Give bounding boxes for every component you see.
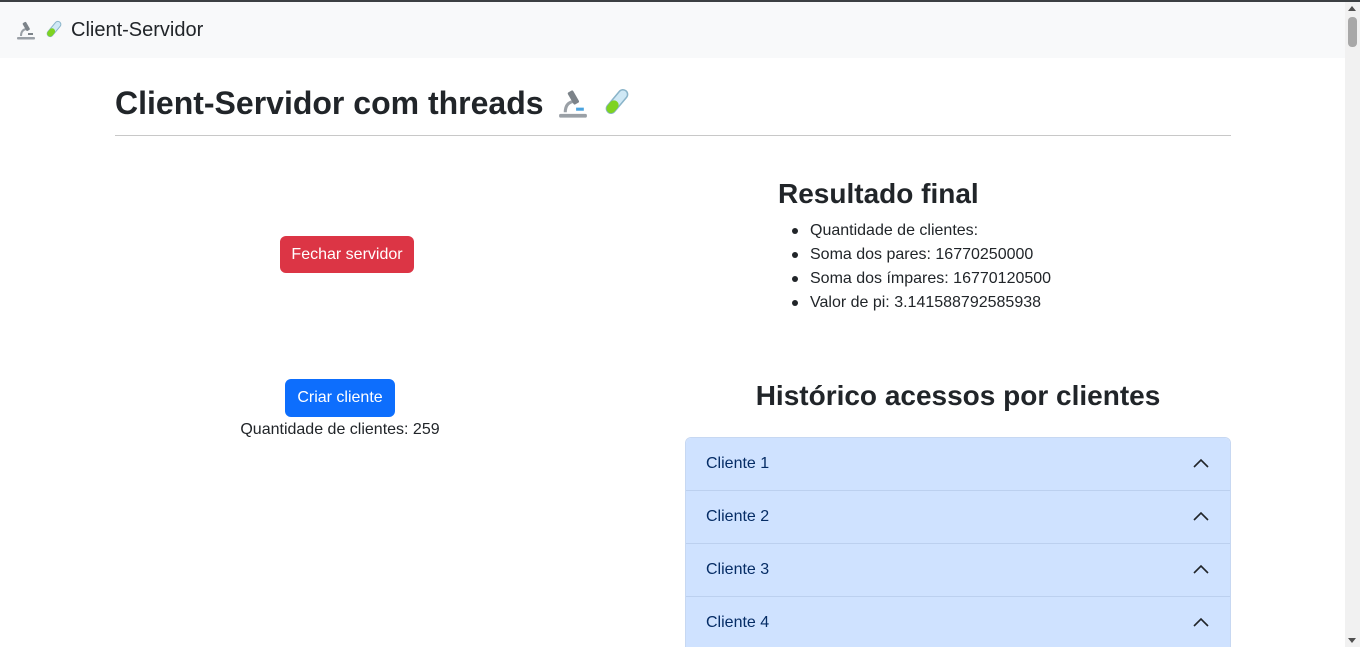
chevron-up-icon [1193, 564, 1209, 574]
navbar: Client-Servidor [0, 2, 1345, 58]
scrollbar-thumb[interactable] [1348, 17, 1357, 47]
main-container: Client-Servidor com threads [115, 58, 1231, 148]
close-server-button[interactable]: Fechar servidor [280, 236, 414, 273]
chevron-up-icon [1193, 617, 1209, 627]
scroll-up-arrow-icon[interactable] [1348, 6, 1356, 11]
page-title: Client-Servidor com threads [115, 84, 544, 121]
accordion-item-cliente-3[interactable]: Cliente 3 [686, 544, 1230, 597]
microscope-icon [558, 90, 587, 118]
result-item-pi-value: Valor de pi: 3.141588792585938 [791, 293, 1051, 317]
result-item-client-count: Quantidade de clientes: [791, 221, 1051, 245]
microscope-icon [15, 19, 37, 41]
test-tube-icon [605, 88, 628, 114]
scroll-down-arrow-icon[interactable] [1348, 638, 1356, 643]
result-item-odd-sum: Soma dos ímpares: 16770120500 [791, 269, 1051, 293]
accordion-item-label: Cliente 4 [706, 614, 770, 631]
navbar-brand-label: Client-Servidor [71, 18, 204, 41]
test-tube-icon [43, 19, 65, 41]
accordion-item-cliente-4[interactable]: Cliente 4 [686, 597, 1230, 647]
accordion-item-cliente-2[interactable]: Cliente 2 [686, 491, 1230, 544]
chevron-up-icon [1193, 511, 1209, 521]
result-item-even-sum: Soma dos pares: 16770250000 [791, 245, 1051, 269]
create-client-button[interactable]: Criar cliente [285, 379, 395, 417]
client-history-accordion: Cliente 1 Cliente 2 Cliente 3 Cliente 4 [685, 437, 1231, 647]
accordion-item-cliente-1[interactable]: Cliente 1 [686, 438, 1230, 491]
title-divider [115, 135, 1231, 136]
navbar-brand[interactable]: Client-Servidor [15, 19, 203, 42]
title-icons [556, 86, 634, 120]
accordion-item-label: Cliente 1 [706, 455, 770, 472]
history-title: Histórico acessos por clientes [755, 380, 1161, 411]
result-list: Quantidade de clientes: Soma dos pares: … [791, 221, 1051, 317]
vertical-scrollbar[interactable] [1345, 2, 1360, 647]
accordion-item-label: Cliente 2 [706, 508, 770, 525]
chevron-up-icon [1193, 458, 1209, 468]
client-count-text: Quantidade de clientes: 259 [240, 421, 440, 438]
result-title: Resultado final [778, 178, 979, 209]
accordion-item-label: Cliente 3 [706, 561, 770, 578]
